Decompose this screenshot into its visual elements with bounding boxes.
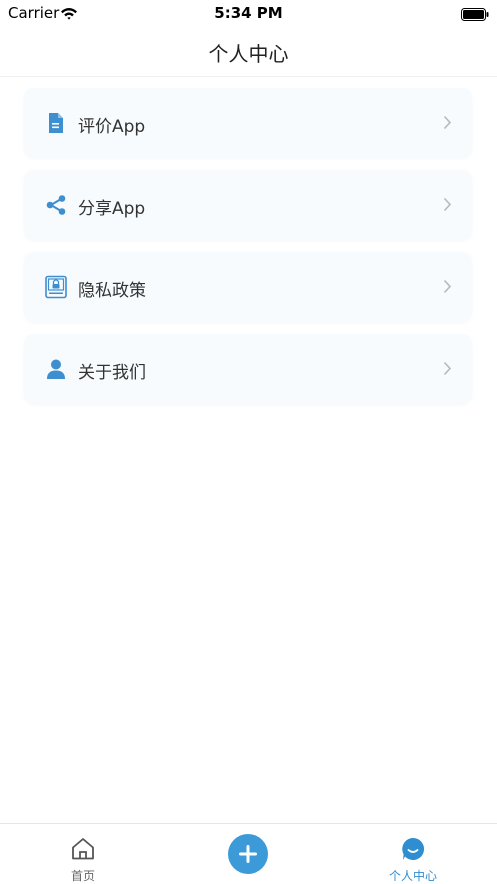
home-icon — [70, 836, 96, 862]
privacy-lock-icon — [44, 275, 68, 299]
person-icon — [44, 357, 68, 381]
tab-bar: 首页 个人中心 — [0, 823, 497, 884]
menu-item-label: 隐私政策 — [78, 281, 146, 301]
chevron-right-icon — [443, 279, 452, 298]
chevron-right-icon — [443, 361, 452, 380]
menu-item-label: 评价App — [78, 117, 146, 137]
plus-icon — [239, 845, 257, 863]
menu-item-share-app[interactable]: 分享App — [24, 170, 472, 240]
profile-menu: 评价App 分享App 隐私政策 关于我们 — [24, 88, 472, 416]
menu-item-about-us[interactable]: 关于我们 — [24, 334, 472, 404]
tab-profile[interactable]: 个人中心 — [353, 824, 473, 884]
menu-item-label: 分享App — [78, 199, 146, 219]
menu-item-privacy-policy[interactable]: 隐私政策 — [24, 252, 472, 322]
page-title: 个人中心 — [208, 42, 289, 66]
tab-profile-label: 个人中心 — [388, 869, 437, 883]
status-bar: Carrier 5:34 PM — [0, 0, 497, 26]
chevron-right-icon — [443, 115, 452, 134]
menu-item-label: 关于我们 — [78, 363, 146, 383]
menu-item-rate-app[interactable]: 评价App — [24, 88, 472, 158]
battery-icon — [461, 6, 489, 25]
status-time: 5:34 PM — [214, 4, 283, 22]
chevron-right-icon — [443, 197, 452, 216]
document-icon — [44, 111, 68, 135]
add-button[interactable] — [228, 834, 268, 874]
smile-bubble-icon — [400, 836, 426, 862]
navigation-bar: 个人中心 — [0, 26, 497, 77]
tab-home[interactable]: 首页 — [23, 824, 143, 884]
share-icon — [44, 193, 68, 217]
tab-home-label: 首页 — [70, 869, 95, 883]
